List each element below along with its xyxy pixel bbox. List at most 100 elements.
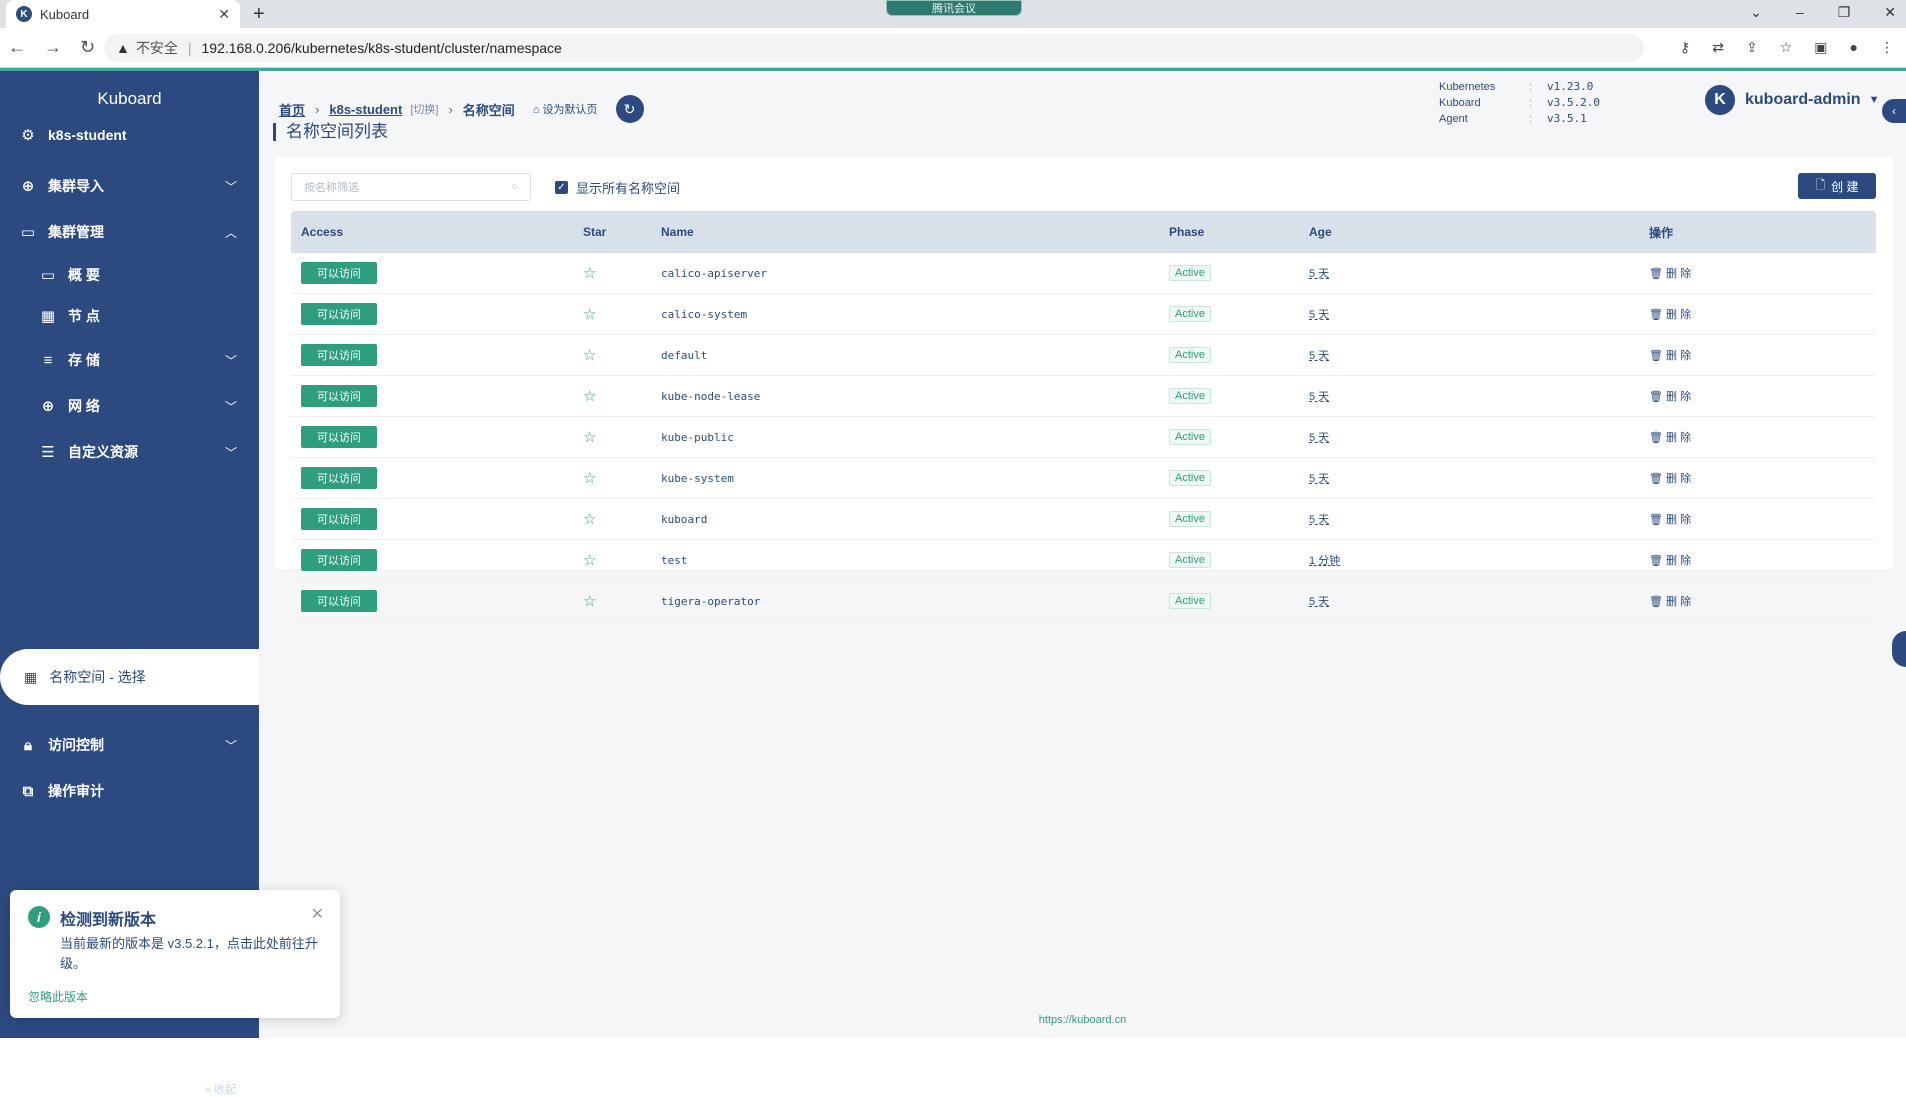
- tab-search-icon[interactable]: ⌄: [1750, 4, 1762, 21]
- trash-icon: 🗑︎: [1649, 514, 1667, 526]
- create-button[interactable]: 🗋︎ 创 建: [1798, 173, 1876, 199]
- version-value: v1.23.0: [1547, 80, 1594, 93]
- refresh-icon: ↻: [623, 100, 636, 117]
- header-age: Age: [1309, 225, 1332, 239]
- sidebar-item-audit[interactable]: ⧉ 操作审计: [0, 772, 259, 810]
- key-icon[interactable]: ⚷: [1680, 39, 1690, 56]
- url-input[interactable]: ▲ 不安全 | 192.168.0.206/kubernetes/k8s-stu…: [104, 34, 1644, 62]
- breadcrumb-cluster[interactable]: k8s-student: [329, 102, 402, 117]
- header-name: Name: [661, 225, 694, 239]
- forward-icon[interactable]: →: [44, 37, 62, 58]
- delete-button[interactable]: 🗑︎ 删 除: [1649, 555, 1691, 567]
- switch-cluster-link[interactable]: [切换]: [410, 101, 438, 117]
- star-icon[interactable]: ☆: [583, 552, 596, 569]
- sidebar-item-label: 概 要: [68, 267, 100, 283]
- ignore-version-link[interactable]: 忽略此版本: [28, 988, 88, 1005]
- side-drawer-handle[interactable]: [1892, 631, 1906, 667]
- trash-icon: 🗑︎: [1649, 268, 1667, 280]
- trash-icon: 🗑︎: [1649, 473, 1667, 485]
- share-icon[interactable]: ⇪: [1746, 39, 1758, 56]
- sidebar-collapse-button[interactable]: « 收起: [205, 1081, 236, 1097]
- namespace-name[interactable]: kuboard: [661, 513, 707, 526]
- url-text: 192.168.0.206/kubernetes/k8s-student/clu…: [201, 40, 562, 56]
- sidebar-item-network[interactable]: ⊕ 网 络 ﹀: [0, 387, 259, 425]
- sidebar-item-namespace-select[interactable]: ▦ 名称空间 - 选择: [0, 649, 259, 705]
- sidebar-item-label: 网 络: [68, 398, 100, 414]
- user-menu[interactable]: K kuboard-admin ▼: [1705, 85, 1879, 115]
- delete-button[interactable]: 🗑︎ 删 除: [1649, 514, 1691, 526]
- sidebar-item-overview[interactable]: ▭ 概 要: [0, 256, 259, 294]
- table-row: 可以访问 ☆ kube-system Active 5 天 🗑︎ 删 除: [291, 458, 1876, 499]
- delete-button[interactable]: 🗑︎ 删 除: [1649, 350, 1691, 362]
- close-window-button[interactable]: ✕: [1884, 4, 1896, 21]
- namespace-name[interactable]: tigera-operator: [661, 595, 760, 608]
- close-tab-icon[interactable]: ✕: [218, 6, 230, 23]
- delete-button[interactable]: 🗑︎ 删 除: [1649, 432, 1691, 444]
- clear-icon: ○: [511, 181, 518, 193]
- refresh-button[interactable]: ↻: [615, 95, 644, 123]
- delete-label: 删 除: [1666, 596, 1692, 608]
- set-default-page-link[interactable]: ⌂ 设为默认页: [533, 101, 598, 117]
- sidebar-item-access-control[interactable]: 🔒︎ 访问控制 ﹀: [0, 726, 259, 764]
- header-star: Star: [583, 225, 607, 239]
- phase-badge: Active: [1169, 429, 1211, 445]
- star-icon[interactable]: ☆: [583, 470, 596, 487]
- namespace-name[interactable]: calico-apiserver: [661, 267, 767, 280]
- sidebar-item-nodes[interactable]: ▦ 节 点: [0, 297, 259, 335]
- show-all-checkbox[interactable]: ✓ 显示所有名称空间: [555, 178, 680, 197]
- star-icon[interactable]: ☆: [583, 265, 596, 282]
- notification-body[interactable]: 当前最新的版本是 v3.5.2.1，点击此处前往升级。: [60, 934, 322, 974]
- star-icon[interactable]: ☆: [583, 347, 596, 364]
- checkbox-checked-icon: ✓: [555, 181, 568, 194]
- close-icon[interactable]: ✕: [311, 904, 324, 924]
- star-icon[interactable]: ☆: [583, 306, 596, 323]
- namespace-name[interactable]: default: [661, 349, 707, 362]
- caret-down-icon: ▼: [1868, 94, 1880, 106]
- delete-button[interactable]: 🗑︎ 删 除: [1649, 268, 1691, 280]
- breadcrumb-home[interactable]: 首页: [279, 100, 305, 119]
- namespace-name[interactable]: kube-system: [661, 472, 734, 485]
- sidebar-cluster[interactable]: ⚙ k8s-student: [0, 116, 259, 154]
- star-icon[interactable]: ☆: [583, 511, 596, 528]
- sidebar-item-cluster-manage[interactable]: ▭ 集群管理 ︿: [0, 213, 259, 251]
- profile-icon[interactable]: ●: [1850, 39, 1858, 56]
- namespace-name[interactable]: kube-public: [661, 431, 734, 444]
- sidebar-item-storage[interactable]: ≡ 存 储 ﹀: [0, 341, 259, 379]
- minimize-button[interactable]: –: [1796, 4, 1804, 21]
- meeting-indicator[interactable]: 腾讯会议: [886, 0, 1022, 16]
- sidebar-item-crd[interactable]: ☰ 自定义资源 ﹀: [0, 433, 259, 471]
- sidepanel-icon[interactable]: ▣: [1814, 39, 1827, 56]
- star-icon[interactable]: ☆: [583, 593, 596, 610]
- chevron-right-icon: ›: [315, 101, 320, 117]
- reload-icon[interactable]: ↻: [80, 37, 95, 58]
- translate-icon[interactable]: ⇄: [1712, 39, 1724, 56]
- version-info: Kubernetes: v1.23.0 Kuboard: v3.5.2.0 Agen…: [1439, 79, 1600, 127]
- sidebar-item-label: 自定义资源: [68, 444, 138, 460]
- star-icon[interactable]: ☆: [583, 388, 596, 405]
- delete-button[interactable]: 🗑︎ 删 除: [1649, 309, 1691, 321]
- address-bar: ← → ↻ ▲ 不安全 | 192.168.0.206/kubernetes/k…: [0, 28, 1906, 68]
- namespace-name[interactable]: test: [661, 554, 688, 567]
- namespace-name[interactable]: calico-system: [661, 308, 747, 321]
- back-icon[interactable]: ←: [8, 37, 26, 58]
- browser-tab[interactable]: K Kuboard ✕: [6, 0, 240, 28]
- star-icon[interactable]: ☆: [583, 429, 596, 446]
- age-value: 5 天: [1309, 350, 1330, 362]
- info-icon: i: [28, 906, 50, 928]
- delete-button[interactable]: 🗑︎ 删 除: [1649, 391, 1691, 403]
- footer-link[interactable]: https://kuboard.cn: [259, 1014, 1906, 1026]
- menu-icon[interactable]: ⋮: [1880, 39, 1894, 56]
- sidebar-item-cluster-import[interactable]: ⊕ 集群导入 ﹀: [0, 167, 259, 205]
- delete-button[interactable]: 🗑︎ 删 除: [1649, 596, 1691, 608]
- collapse-panel-button[interactable]: ‹: [1882, 99, 1906, 123]
- bookmark-star-icon[interactable]: ☆: [1780, 39, 1793, 56]
- create-label: 创 建: [1831, 179, 1859, 194]
- filter-input[interactable]: 按名称筛选 ○: [291, 173, 531, 201]
- update-notification[interactable]: i 检测到新版本 ✕ 当前最新的版本是 v3.5.2.1，点击此处前往升级。 忽…: [10, 890, 340, 1018]
- insecure-label: 不安全: [135, 40, 178, 56]
- new-tab-button[interactable]: +: [253, 3, 265, 26]
- table-row: 可以访问 ☆ kuboard Active 5 天 🗑︎ 删 除: [291, 499, 1876, 540]
- delete-button[interactable]: 🗑︎ 删 除: [1649, 473, 1691, 485]
- restore-button[interactable]: ❐: [1838, 4, 1851, 21]
- namespace-name[interactable]: kube-node-lease: [661, 390, 760, 403]
